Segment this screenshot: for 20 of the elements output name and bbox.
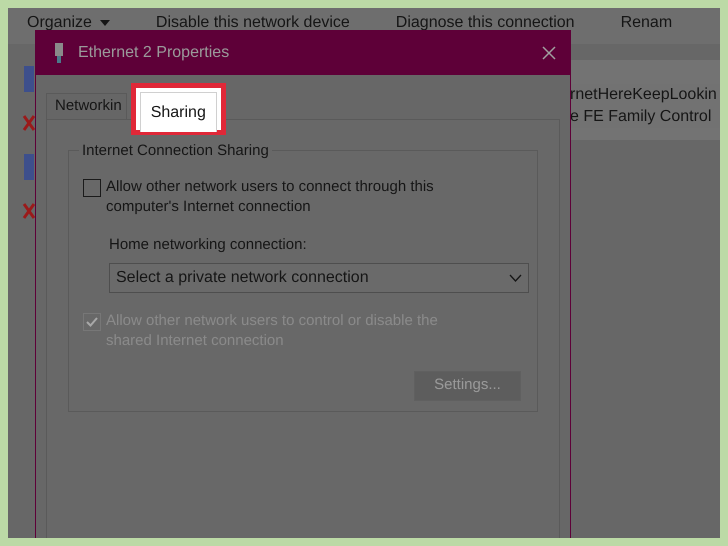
field-label: Home networking connection:: [109, 235, 308, 255]
network-adapter-icon: [54, 43, 64, 63]
toolbar-button[interactable]: Renam: [620, 11, 672, 35]
checkbox[interactable]: [83, 179, 101, 197]
organize-menu[interactable]: Organize: [27, 11, 110, 35]
close-icon[interactable]: [542, 46, 556, 60]
toolbar-button[interactable]: Disable this network device: [156, 11, 350, 35]
monitor-icon: [22, 66, 36, 92]
monitor-icon: [22, 154, 36, 180]
network-dropdown[interactable]: Select a private network connection: [109, 262, 529, 292]
checkbox-label: Allow other network users to connect through this computer's Internet connection: [106, 177, 435, 217]
window-title: Ethernet 2 Properties: [78, 43, 230, 63]
caret-icon: [100, 20, 110, 26]
connection-status: e FE Family Control: [570, 107, 712, 127]
checkmark-icon: [86, 316, 98, 326]
tab[interactable]: Sharing: [140, 92, 217, 132]
chevron-icon: [509, 274, 522, 282]
connection-name: rnetHereKeepLookin: [570, 85, 718, 105]
toolbar-button[interactable]: Diagnose this connection: [396, 11, 575, 35]
tab[interactable]: Networkin: [46, 93, 127, 119]
